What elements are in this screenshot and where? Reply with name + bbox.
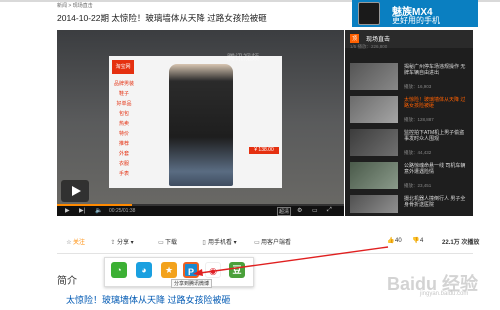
playlist-item-title: 揭秘广州停车场违规操作 无牌车辆自由进出	[404, 64, 466, 76]
sidebar-subtitle: 1/5 播放：226,800	[350, 44, 388, 49]
monitor-icon: ▭	[254, 240, 260, 246]
shop-ad-overlay[interactable]: 淘宝网 品牌男装 鞋子 好单品 包包 热卖 特价 推荐 外套 衣服 手表 ¥ 1…	[109, 56, 282, 188]
price-tag[interactable]: ¥ 138.00	[249, 147, 279, 154]
video-player[interactable]: 淘宝网 品牌男装 鞋子 好单品 包包 热卖 特价 推荐 外套 衣服 手表 ¥ 1…	[57, 30, 344, 216]
video-thumbnail	[350, 162, 398, 189]
video-thumbnail	[350, 96, 398, 123]
douban-share-icon[interactable]: 豆	[229, 262, 245, 278]
download-button[interactable]: ▭下载	[157, 237, 177, 246]
sidebar-header: 顶 现场直击 1/5 播放：226,800	[345, 30, 473, 49]
play-icon[interactable]	[61, 180, 89, 202]
shop-category[interactable]: 品牌男装	[113, 80, 135, 87]
share-tooltip: 分享到腾讯微博	[171, 279, 213, 288]
client-watch-button[interactable]: ▭用客户端看	[253, 237, 291, 246]
playlist-item[interactable]: 揭秘广州停车场违规操作 无牌车辆自由进出 播放：16,903	[350, 63, 468, 93]
quality-selector[interactable]: 超清	[277, 207, 292, 216]
shop-category[interactable]: 手表	[113, 170, 135, 177]
share-icon: ⇪	[110, 240, 116, 246]
intro-description: 太惊险！玻璃墙体从天降 过路女孩险被砸	[66, 295, 231, 305]
page-title: 2014-10-22期 太惊险！玻璃墙体从天降 过路女孩险被砸	[57, 13, 267, 23]
dislike-button[interactable]: 👎4	[412, 237, 423, 244]
wechat-share-icon[interactable]: ◔	[111, 262, 127, 278]
mobile-watch-button[interactable]: ▯ 用手机看 ▾	[200, 237, 236, 246]
video-thumbnail	[350, 63, 398, 90]
play-button-icon[interactable]: ▶	[65, 207, 70, 214]
playlist-item-title: 摄北机器人撞倒行人 男子全身骨折送医院	[404, 196, 466, 208]
video-thumbnail	[350, 129, 398, 156]
playlist-item-plays: 播放：44,432	[404, 150, 432, 155]
playlist-item-plays: 播放：128,887	[404, 117, 434, 122]
tencent-weibo-share-icon[interactable]: P	[183, 262, 199, 278]
phone-icon: ▯	[202, 240, 206, 246]
player-controls: ▶ ▶| 🔈 00:25/01:38 超清 ⚙ ▭ ⤢	[57, 206, 344, 216]
playlist-item[interactable]: 太惊险！玻璃墙体从天降 过路女孩险被砸 播放：128,887	[350, 96, 468, 126]
playlist-item[interactable]: 公路惊魂命悬一线 司机车辆意外遭遇险情 播放：23,451	[350, 162, 468, 192]
playlist-item[interactable]: 监控拍下ATM机上男子偷盗 事发时众人围观 播放：44,432	[350, 129, 468, 159]
like-button[interactable]: 👍40	[387, 237, 401, 244]
intro-title: 简介	[57, 276, 77, 287]
qzone-share-icon[interactable]: ★	[161, 262, 177, 278]
follow-button[interactable]: ☆关注	[65, 237, 85, 246]
theater-icon[interactable]: ▭	[312, 207, 318, 214]
playlist-item-title: 监控拍下ATM机上男子偷盗 事发时众人围观	[404, 130, 465, 142]
ad-tagline: 更好用的手机	[392, 16, 440, 25]
playlist-item-title: 太惊险！玻璃墙体从天降 过路女孩险被砸	[404, 97, 466, 109]
shop-category[interactable]: 特价	[113, 130, 135, 137]
settings-icon[interactable]: ⚙	[297, 207, 302, 214]
star-icon: ☆	[66, 240, 72, 246]
action-bar: ☆关注 ⇪分享 ▾ ▭下载 ▯ 用手机看 ▾ ▭用客户端看 👍40 👎4 22.1…	[57, 235, 479, 249]
divider	[57, 253, 473, 254]
taobao-logo: 淘宝网	[112, 60, 134, 74]
fullscreen-icon[interactable]: ⤢	[327, 207, 332, 214]
shop-category[interactable]: 外套	[113, 150, 135, 157]
phone-image	[358, 2, 380, 25]
time-label: 00:25/01:38	[109, 208, 136, 214]
ad-banner[interactable]: 魅族MX4 更好用的手机	[352, 0, 478, 27]
sina-weibo-share-icon[interactable]: ◉	[205, 262, 221, 278]
shop-category[interactable]: 好单品	[113, 100, 135, 107]
shop-category[interactable]: 包包	[113, 110, 135, 117]
view-count: 22.1万 次播放	[442, 240, 480, 246]
qq-share-icon[interactable]: ◕	[136, 262, 152, 278]
shop-category[interactable]: 推荐	[113, 140, 135, 147]
sidebar-badge: 顶	[350, 34, 360, 43]
breadcrumb[interactable]: 新闻 > 现场直击	[57, 2, 93, 9]
playlist-sidebar: 顶 现场直击 1/5 播放：226,800 揭秘广州停车场违规操作 无牌车辆自由…	[345, 30, 473, 216]
playlist-item[interactable]: 摄北机器人撞倒行人 男子全身骨折送医院	[350, 195, 468, 215]
shop-category[interactable]: 衣服	[113, 160, 135, 167]
product-image[interactable]	[169, 64, 233, 186]
video-thumbnail	[350, 195, 398, 213]
playlist-item-title: 公路惊魂命悬一线 司机车辆意外遭遇险情	[404, 163, 466, 175]
shop-category[interactable]: 鞋子	[113, 90, 135, 97]
shop-category[interactable]: 热卖	[113, 120, 135, 127]
playlist-item-plays: 播放：23,451	[404, 183, 432, 188]
share-popup: ◔ ◕ ★ P ◉ 豆 分享到腾讯微博	[104, 257, 254, 288]
volume-icon[interactable]: 🔈	[95, 207, 102, 214]
playlist-item-plays: 播放：16,903	[404, 84, 432, 89]
download-icon: ▭	[158, 240, 164, 246]
tencent-video-watermark: 腾讯视频	[227, 53, 259, 62]
next-icon[interactable]: ▶|	[79, 207, 85, 214]
thumbs-down-icon: 👎	[412, 238, 420, 244]
baidu-url-watermark: jingyan.baidu.com	[420, 291, 469, 297]
thumbs-up-icon: 👍	[387, 238, 395, 244]
share-button[interactable]: ⇪分享 ▾	[109, 237, 133, 246]
sidebar-title: 现场直击	[366, 37, 391, 43]
